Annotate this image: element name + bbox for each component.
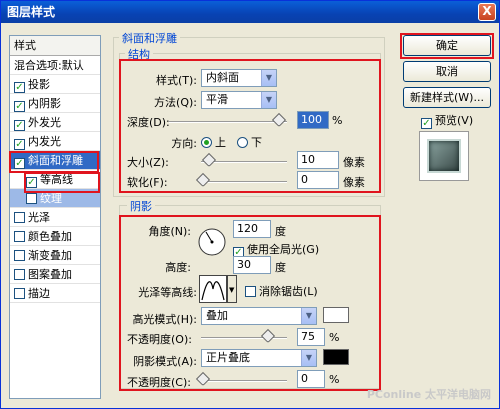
checkbox-icon[interactable]: ✓	[14, 82, 25, 93]
style-list-header: 样式	[10, 36, 100, 56]
depth-label: 深度(D):	[127, 116, 170, 129]
radio-icon[interactable]	[237, 137, 248, 148]
preview-swatch	[427, 139, 461, 173]
chevron-down-icon: ▼	[301, 350, 316, 366]
layer-style-dialog: 图层样式 X 样式 混合选项:默认 ✓ 投影 ✓ 内阴影 ✓ 外发光 ✓ 内发光 ✓ 斜面…	[0, 0, 500, 409]
preview-checkbox[interactable]: ✓ 预览(V)	[421, 112, 473, 129]
checkbox-icon[interactable]	[14, 250, 25, 261]
checkbox-icon[interactable]	[14, 231, 25, 242]
highlight-box-contour	[24, 172, 100, 193]
highlight-color-swatch[interactable]	[323, 307, 349, 323]
depth-slider[interactable]	[169, 121, 287, 123]
chevron-down-icon: ▼	[261, 70, 276, 86]
direction-label: 方向:	[171, 137, 197, 150]
checkbox-icon[interactable]: ✓	[14, 120, 25, 131]
shadow-opacity-input[interactable]: 0	[297, 370, 325, 388]
checkbox-icon[interactable]: ✓	[14, 139, 25, 150]
size-input[interactable]: 10	[297, 151, 339, 169]
altitude-label: 高度:	[165, 261, 191, 274]
style-item-inner-glow[interactable]: ✓ 内发光	[10, 132, 100, 151]
chevron-down-icon: ▼	[261, 92, 276, 108]
angle-unit: 度	[275, 225, 286, 238]
highlight-box-bevel	[9, 151, 99, 173]
shadow-opacity-slider[interactable]	[201, 380, 287, 382]
shadow-opacity-unit: %	[329, 373, 340, 386]
checkbox-icon[interactable]	[245, 286, 256, 297]
highlight-opacity-input[interactable]: 75	[297, 328, 325, 346]
checkbox-icon[interactable]: ✓	[14, 101, 25, 112]
gloss-contour-preview-icon[interactable]: ▼	[199, 275, 237, 303]
style-item-inner-shadow[interactable]: ✓ 内阴影	[10, 94, 100, 113]
preview-thumbnail	[419, 131, 469, 181]
checkbox-icon[interactable]	[26, 193, 37, 204]
style-item-stroke[interactable]: 描边	[10, 284, 100, 303]
direction-up-radio[interactable]: 上	[201, 134, 226, 150]
new-style-button[interactable]: 新建样式(W)...	[403, 87, 491, 108]
window-title: 图层样式	[7, 5, 56, 19]
style-list: 样式 混合选项:默认 ✓ 投影 ✓ 内阴影 ✓ 外发光 ✓ 内发光 ✓ 斜面和浮雕 ✓ 等高…	[9, 35, 101, 399]
angle-dial-icon[interactable]	[197, 227, 227, 257]
highlight-opacity-unit: %	[329, 331, 340, 344]
soften-slider[interactable]	[201, 181, 287, 183]
checkbox-icon[interactable]	[14, 212, 25, 223]
checkbox-icon[interactable]	[14, 288, 25, 299]
shading-title: 阴影	[127, 198, 155, 214]
soften-input[interactable]: 0	[297, 171, 339, 189]
anti-aliased-checkbox[interactable]: 消除锯齿(L)	[245, 283, 318, 299]
checkbox-icon[interactable]	[14, 269, 25, 280]
size-unit: 像素	[343, 156, 365, 169]
checkbox-icon[interactable]: ✓	[421, 118, 432, 129]
svg-text:▼: ▼	[229, 286, 235, 294]
shadow-mode-select[interactable]: 正片叠底 ▼	[201, 349, 317, 367]
depth-input[interactable]: 100	[297, 111, 329, 129]
style-item-pattern-overlay[interactable]: 图案叠加	[10, 265, 100, 284]
close-button[interactable]: X	[478, 3, 496, 21]
gloss-contour-label: 光泽等高线:	[138, 286, 197, 299]
title-bar: 图层样式 X	[1, 1, 499, 23]
technique-select[interactable]: 平滑 ▼	[201, 91, 277, 109]
altitude-input[interactable]: 30	[233, 256, 271, 274]
shadow-opacity-label: 不透明度(C):	[127, 376, 191, 389]
highlight-opacity-slider[interactable]	[201, 337, 287, 339]
highlight-mode-select[interactable]: 叠加 ▼	[201, 307, 317, 325]
altitude-unit: 度	[275, 261, 286, 274]
highlight-opacity-label: 不透明度(O):	[127, 333, 192, 346]
highlight-box-ok	[400, 33, 494, 59]
close-icon: X	[482, 4, 492, 18]
method-label: 方法(Q):	[154, 96, 197, 109]
shadow-mode-label: 阴影模式(A):	[133, 355, 197, 368]
blending-options-item[interactable]: 混合选项:默认	[10, 56, 100, 75]
angle-input[interactable]: 120	[233, 220, 271, 238]
style-item-satin[interactable]: 光泽	[10, 208, 100, 227]
soften-unit: 像素	[343, 176, 365, 189]
chevron-down-icon: ▼	[301, 308, 316, 324]
soften-label: 软化(F):	[127, 176, 168, 189]
watermark: PConline 太平洋电脑网	[366, 388, 491, 401]
radio-icon[interactable]	[201, 137, 212, 148]
angle-label: 角度(N):	[148, 225, 191, 238]
depth-unit: %	[332, 114, 343, 127]
style-item-gradient-overlay[interactable]: 渐变叠加	[10, 246, 100, 265]
direction-down-radio[interactable]: 下	[237, 134, 262, 150]
style-item-outer-glow[interactable]: ✓ 外发光	[10, 113, 100, 132]
style-item-color-overlay[interactable]: 颜色叠加	[10, 227, 100, 246]
bevel-style-select[interactable]: 内斜面 ▼	[201, 69, 277, 87]
shadow-color-swatch[interactable]	[323, 349, 349, 365]
bevel-emboss-title: 斜面和浮雕	[119, 30, 180, 46]
cancel-button[interactable]: 取消	[403, 61, 491, 82]
style-item-drop-shadow[interactable]: ✓ 投影	[10, 75, 100, 94]
style-label: 样式(T):	[155, 74, 197, 87]
size-label: 大小(Z):	[127, 156, 169, 169]
highlight-mode-label: 高光模式(H):	[132, 313, 197, 326]
